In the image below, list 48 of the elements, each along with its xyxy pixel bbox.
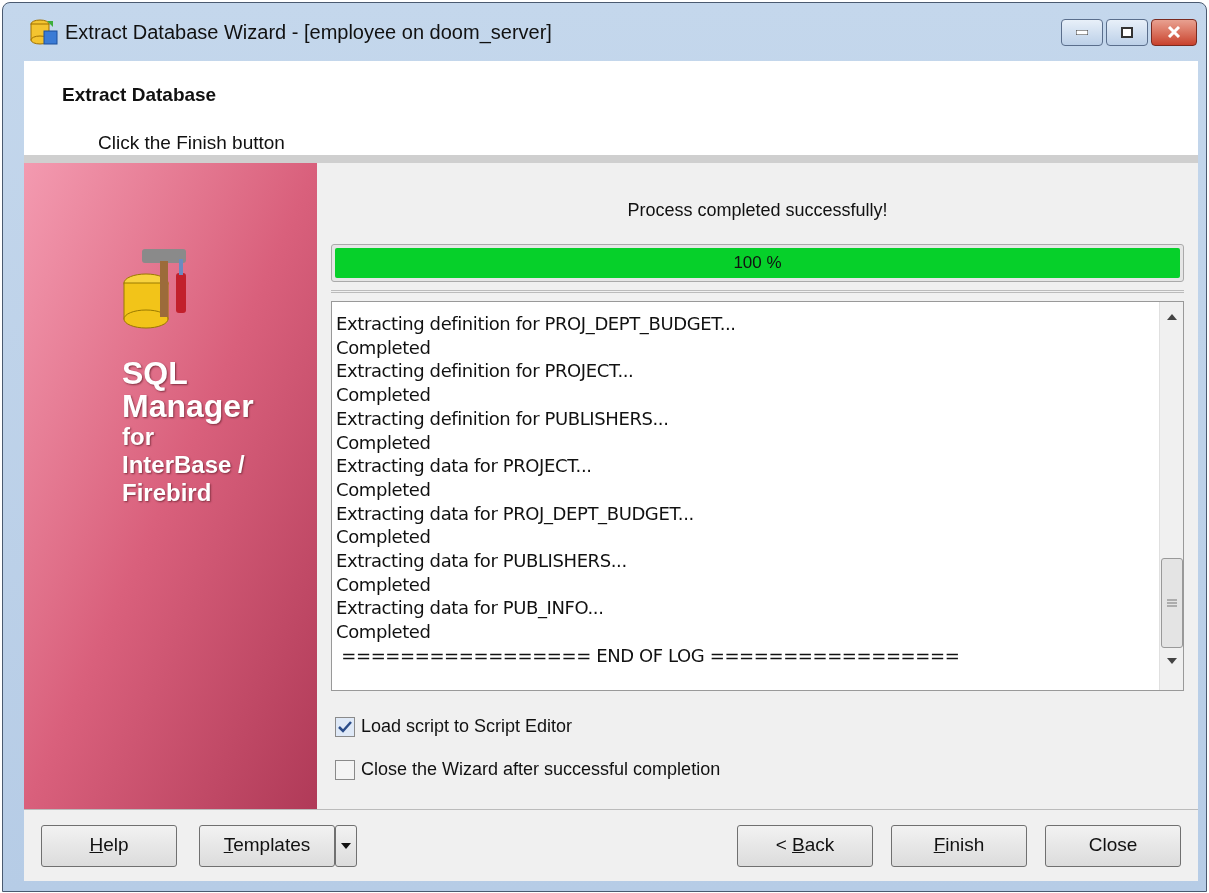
scroll-down-icon[interactable] bbox=[1166, 658, 1177, 664]
log-line: Extracting data for PUBLISHERS... bbox=[336, 549, 627, 573]
close-icon bbox=[1167, 26, 1181, 38]
window-title: Extract Database Wizard - [employee on doom_server] bbox=[65, 20, 552, 46]
log-line: Completed bbox=[336, 525, 431, 550]
restore-button[interactable] bbox=[1106, 18, 1148, 46]
log-line: Extracting definition for PUBLISHERS... bbox=[336, 406, 669, 431]
log-line: Extracting definition for PROJECT... bbox=[336, 359, 634, 384]
log-line: Extracting definition for PROJ_DEPT_BUDGET... bbox=[336, 312, 736, 336]
log-line: Extracting data for PROJ_DEPT_BUDGET... bbox=[336, 501, 694, 526]
caret-icon bbox=[341, 842, 351, 849]
minimize-button[interactable] bbox=[1061, 18, 1103, 46]
wizard-button[interactable]: Close bbox=[1045, 824, 1181, 867]
grip-icon bbox=[1166, 599, 1177, 607]
checkbox-label: Close the Wizard after successful completion bbox=[361, 758, 721, 781]
log-line: Completed bbox=[336, 620, 431, 644]
checkbox[interactable] bbox=[335, 716, 355, 737]
wizard-button[interactable]: < Back bbox=[737, 824, 873, 867]
scroll-thumb[interactable] bbox=[1160, 558, 1183, 648]
log-line: Completed bbox=[336, 572, 431, 597]
product-name: Manager bbox=[122, 390, 254, 423]
product-name: SQL bbox=[122, 357, 188, 390]
log-line: Completed bbox=[336, 477, 431, 502]
product-subtitle: Firebird bbox=[122, 479, 212, 507]
product-subtitle: InterBase / bbox=[122, 451, 245, 479]
header-title: Extract Database bbox=[62, 83, 217, 107]
header-subtitle: Click the Finish button bbox=[98, 130, 285, 155]
product-subtitle: for bbox=[122, 423, 154, 451]
log-line: Completed bbox=[336, 335, 431, 360]
templates-button[interactable]: Templates bbox=[199, 824, 335, 867]
progress-reading: 100 % bbox=[732, 252, 783, 275]
status-message: Process completed successfully! bbox=[627, 199, 888, 222]
checkbox-label: Load script to Script Editor bbox=[361, 715, 573, 738]
wizard-button[interactable]: Finish bbox=[891, 824, 1027, 867]
log-line: Extracting data for PROJECT... bbox=[336, 454, 592, 478]
dropdown-button[interactable] bbox=[335, 824, 357, 867]
help-button[interactable]: Help bbox=[41, 824, 177, 867]
log-line: ================= END OF LOG ================= bbox=[340, 643, 960, 668]
database-wizard-icon bbox=[29, 17, 59, 47]
minimize-icon bbox=[1076, 29, 1088, 35]
log-line: Completed bbox=[336, 383, 431, 407]
log-line: Extracting data for PUB_INFO... bbox=[336, 596, 604, 621]
log-line: Completed bbox=[336, 430, 431, 455]
restore-icon bbox=[1121, 26, 1133, 38]
close-button[interactable] bbox=[1151, 18, 1197, 46]
scroll-up-icon[interactable] bbox=[1166, 314, 1177, 320]
checkmark-icon bbox=[338, 720, 352, 733]
checkbox[interactable] bbox=[335, 759, 355, 780]
